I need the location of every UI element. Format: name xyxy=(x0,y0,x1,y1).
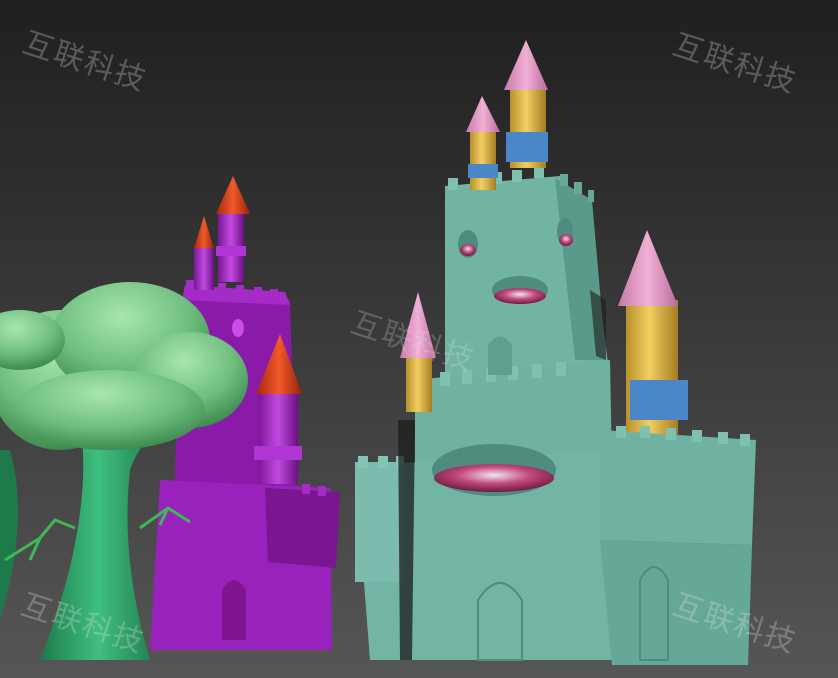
viewport-3d: 互联科技 互联科技 互联科技 互联科技 互联科技 xyxy=(0,0,838,678)
3d-scene-render xyxy=(0,0,838,678)
